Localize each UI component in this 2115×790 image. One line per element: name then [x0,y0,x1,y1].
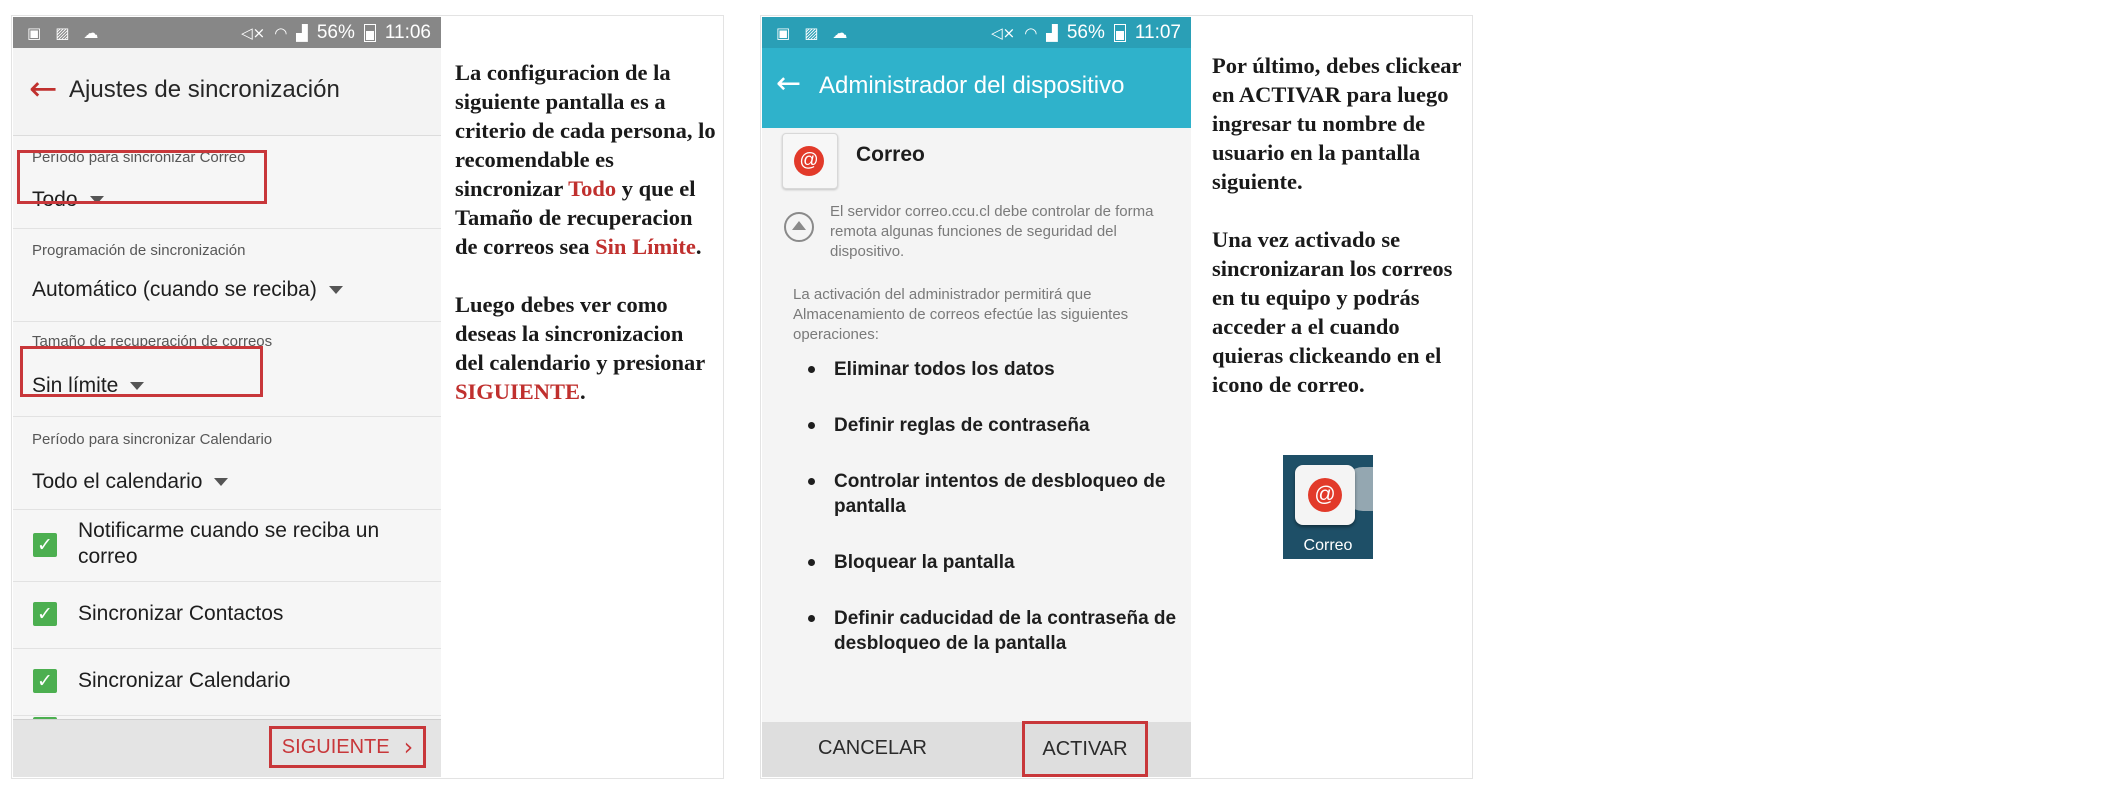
sync-schedule-value: Automático (cuando se reciba) [32,278,317,301]
launcher-label: Correo [1303,537,1353,554]
correo-launcher-icon: @ Correo [1283,455,1373,559]
calendar-sync-period-label: Período para sincronizar Calendario [32,431,273,448]
sync-contacts-label: Sincronizar Contactos [78,602,284,625]
signal-icon: ▟ [1046,23,1058,42]
back-arrow-icon[interactable]: ← [776,66,801,101]
mute-icon: ◁× [241,23,266,42]
clock: 11:06 [384,21,431,43]
sync-settings-screen: ▣ ▨ ☁ ◁× ◠ ▟ 56% 11:06 ← Ajustes de sinc… [13,17,441,777]
highlight-todo: Todo [568,176,617,201]
battery-icon [363,23,376,42]
list-item: Definir caducidad de la contraseña de de… [808,606,1178,656]
page-title: Ajustes de sincronización [69,76,340,103]
cloud-icon: ☁ [83,23,99,42]
mail-app-icon: @ [782,133,838,189]
chevron-right-icon: › [403,733,414,761]
list-item: Eliminar todos los datos [808,357,1178,382]
bottom-bar: CANCELAR ACTIVAR [762,721,1191,777]
notify-label: Notificarme cuando se reciba un correo [78,519,380,568]
activate-button[interactable]: ACTIVAR [1022,721,1148,777]
highlight-sin-limite: Sin Límite [595,234,696,259]
dropdown-caret-icon [214,478,229,486]
mail-envelope-icon: @ [1295,465,1355,525]
signal-icon: ▟ [296,23,308,42]
check-icon[interactable]: ✓ [33,533,57,557]
sync-schedule-dropdown[interactable]: Automático (cuando se reciba) [32,278,343,302]
instructions-paragraph: Una vez activado se sincronizaran los co… [1212,227,1453,397]
back-arrow-icon[interactable]: ← [29,69,58,109]
check-icon[interactable]: ✓ [33,669,57,693]
activate-button-label: ACTIVAR [1042,737,1128,760]
image-notification-icon: ▨ [55,23,70,42]
instructions-paragraph: Por último, debes clickear en ACTIVAR pa… [1212,53,1462,194]
battery-percent: 56% [316,21,355,43]
server-note: El servidor correo.ccu.cl debe controlar… [830,203,1154,260]
at-sign-icon: @ [794,146,824,176]
next-button-label: SIGUIENTE [281,735,390,758]
calendar-sync-period-section: Período para sincronizar Calendario Todo… [13,416,441,510]
next-button[interactable]: SIGUIENTE › [269,726,426,768]
instructions-paragraph: La configuracion de la siguiente pantall… [455,58,717,261]
sync-contacts-row[interactable]: ✓ Sincronizar Contactos [13,581,441,649]
text-segment: Luego debes ver como deseas la sincroniz… [455,292,705,375]
status-bar: ▣ ▨ ☁ ◁× ◠ ▟ 56% 11:07 [762,17,1191,48]
device-admin-screen: ▣ ▨ ☁ ◁× ◠ ▟ 56% 11:07 ← Administrador d… [762,17,1191,777]
expand-up-icon[interactable] [784,212,814,242]
notification-icon: ▣ [27,23,42,42]
instructions-text-2: Por último, debes clickear en ACTIVAR pa… [1212,51,1467,428]
sync-calendar-label: Sincronizar Calendario [78,669,291,692]
app-name: Correo [856,143,925,166]
bottom-bar: SIGUIENTE › [13,719,441,777]
admin-description: La activación del administrador permitir… [793,286,1129,343]
sync-calendar-row[interactable]: ✓ Sincronizar Calendario [13,648,441,716]
mute-icon: ◁× [991,23,1016,42]
at-sign-icon: @ [1308,478,1342,512]
clock: 11:07 [1134,21,1181,43]
list-item: Bloquear la pantalla [808,550,1178,575]
app-bar: ← Administrador del dispositivo [762,48,1191,128]
cloud-icon: ☁ [832,23,848,42]
check-icon[interactable]: ✓ [33,602,57,626]
calendar-sync-period-value: Todo el calendario [32,470,203,493]
cancel-button[interactable]: CANCELAR [818,737,927,760]
list-item: Controlar intentos de desbloqueo de pant… [808,469,1178,519]
battery-percent: 56% [1066,21,1105,43]
list-item: Definir reglas de contraseña [808,413,1178,438]
image-notification-icon: ▨ [804,23,819,42]
instructions-paragraph: Luego debes ver como deseas la sincroniz… [455,290,717,406]
sync-schedule-section: Programación de sincronización Automátic… [13,228,441,322]
highlight-siguiente: SIGUIENTE [455,379,581,404]
status-bar: ▣ ▨ ☁ ◁× ◠ ▟ 56% 11:06 [13,17,441,48]
page-title: Administrador del dispositivo [819,72,1125,99]
highlight-box-sin-limite [20,346,263,397]
sync-schedule-label: Programación de sincronización [32,242,246,259]
text-segment: . [580,379,586,404]
highlight-box-todo [17,150,267,204]
notification-icon: ▣ [776,23,791,42]
app-bar: ← Ajustes de sincronización [13,48,441,136]
calendar-sync-period-dropdown[interactable]: Todo el calendario [32,470,229,494]
operations-list: Eliminar todos los datos Definir reglas … [808,357,1178,656]
text-segment: . [695,234,702,259]
battery-icon [1113,23,1126,42]
dropdown-caret-icon [328,286,343,294]
instructions-text-1: La configuracion de la siguiente pantall… [455,58,717,435]
wifi-icon: ◠ [1024,23,1038,42]
wifi-icon: ◠ [274,23,288,42]
notify-checkbox-row[interactable]: ✓ Notificarme cuando se reciba un correo [13,509,441,582]
